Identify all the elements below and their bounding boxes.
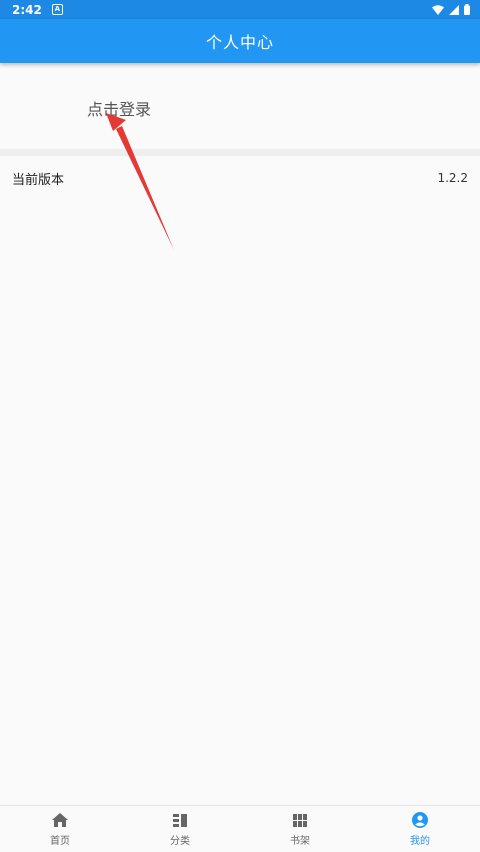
nav-label-bookshelf: 书架 [290,836,310,847]
wifi-icon [432,4,444,15]
login-button[interactable]: 点击登录 [87,96,151,120]
status-time: 2:42 [12,2,42,17]
nav-label-category: 分类 [170,836,190,847]
account-icon [412,811,428,829]
version-row: 当前版本 1.2.2 [0,156,480,200]
battery-icon [464,4,470,15]
version-label: 当前版本 [12,172,65,188]
cellular-icon [449,4,459,15]
page-title: 个人中心 [205,33,274,52]
nav-item-home[interactable]: 首页 [0,806,120,852]
screen: 2:42 A 个人中心 点击登录 当前版本 1.2.2 首页 分类 书架 我的 [0,0,480,852]
notification-icon: A [51,4,63,15]
app-bar: 个人中心 [0,19,480,63]
login-section: 点击登录 [0,63,480,149]
bookshelf-icon [293,811,307,829]
version-value: 1.2.2 [437,171,468,185]
status-icons [432,4,470,15]
nav-item-category[interactable]: 分类 [120,806,240,852]
bottom-nav: 首页 分类 书架 我的 [0,805,480,852]
section-divider [0,149,480,156]
nav-label-home: 首页 [50,836,70,847]
home-icon [52,811,68,829]
category-icon [173,811,187,829]
nav-item-mine[interactable]: 我的 [360,806,480,852]
nav-item-bookshelf[interactable]: 书架 [240,806,360,852]
status-bar: 2:42 A [0,0,480,19]
nav-label-mine: 我的 [410,836,430,847]
